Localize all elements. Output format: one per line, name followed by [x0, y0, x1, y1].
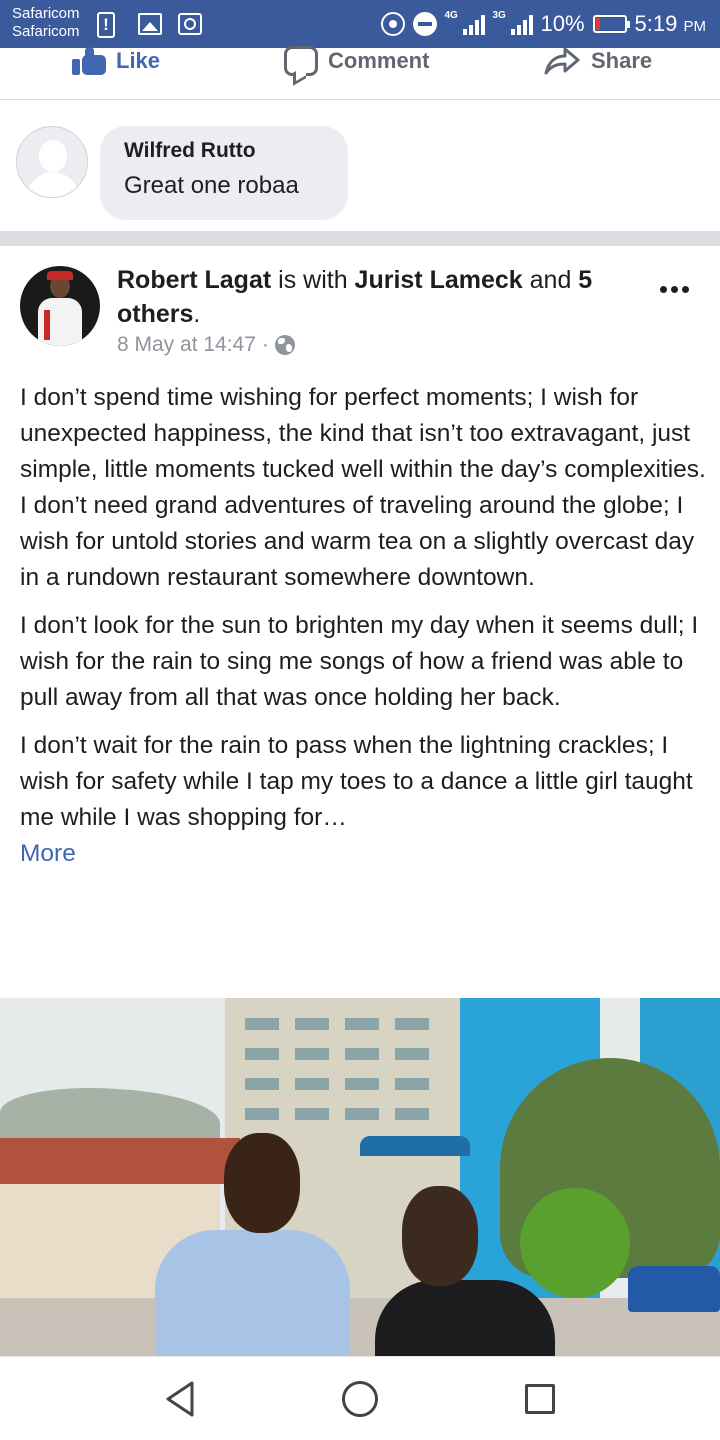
back-triangle-icon	[166, 1381, 194, 1417]
thumbs-up-icon	[72, 47, 106, 75]
globe-icon	[274, 335, 295, 355]
more-options-icon[interactable]	[660, 286, 689, 293]
like-button[interactable]: Like	[72, 47, 161, 75]
home-button[interactable]	[340, 1379, 380, 1419]
tagged-friend[interactable]: Jurist Lameck	[355, 266, 523, 294]
post-paragraph: I don’t spend time wishing for perfect m…	[20, 384, 706, 483]
battery-percent: 10%	[540, 11, 585, 36]
alert-notification-icon: !	[97, 12, 115, 38]
see-more-link[interactable]: More	[20, 840, 76, 867]
comment-button[interactable]: Comment	[284, 46, 430, 76]
battery-icon	[592, 15, 630, 33]
share-label: Share	[591, 48, 653, 73]
post-paragraph: I don’t need grand adventures of traveli…	[20, 492, 695, 591]
recent-apps-square-icon	[525, 1384, 555, 1414]
comment: Wilfred Rutto Great one robaa	[0, 101, 720, 231]
post-header: Robert Lagat is with Jurist Lameck and 5…	[117, 263, 647, 357]
status-indicators: 4G 3G 10% 5:19 PM	[380, 10, 706, 38]
status-bar: Safaricom Safaricom ! 4G 3G 10% 5:19 PM	[0, 0, 720, 48]
post-author-avatar[interactable]	[20, 266, 100, 346]
hotspot-icon	[380, 12, 405, 36]
comment-label: Comment	[328, 48, 430, 73]
post-photo[interactable]	[0, 998, 720, 1356]
post-author-name[interactable]: Robert Lagat	[117, 266, 271, 294]
network-type-2: 3G	[492, 10, 506, 21]
commenter-avatar[interactable]	[16, 126, 88, 198]
signal-4g-icon: 4G	[444, 10, 485, 35]
comment-author[interactable]: Wilfred Rutto	[124, 139, 348, 163]
signal-3g-icon: 3G	[492, 10, 533, 35]
recent-apps-button[interactable]	[520, 1379, 560, 1419]
speech-bubble-icon	[284, 46, 318, 76]
system-navigation-bar	[0, 1356, 720, 1440]
do-not-disturb-icon	[412, 12, 437, 36]
post-title: Robert Lagat is with Jurist Lameck and 5…	[117, 266, 593, 328]
share-arrow-icon	[544, 47, 580, 75]
post-paragraph: I don’t look for the sun to brighten my …	[20, 612, 699, 711]
comment-bubble[interactable]: Wilfred Rutto Great one robaa	[100, 126, 348, 220]
comment-text: Great one robaa	[124, 172, 299, 199]
carrier-1: Safaricom	[12, 5, 80, 22]
network-type-1: 4G	[444, 10, 458, 21]
image-notification-icon	[138, 13, 162, 35]
back-button[interactable]	[160, 1379, 200, 1419]
feed-separator	[0, 231, 720, 246]
screenshot-notification-icon	[178, 13, 202, 35]
carrier-names: Safaricom Safaricom	[12, 5, 80, 41]
share-button[interactable]: Share	[543, 47, 653, 75]
post-text: I don’t spend time wishing for perfect m…	[20, 380, 710, 872]
post-paragraph: I don’t wait for the rain to pass when t…	[20, 732, 693, 831]
post-date: 8 May at 14:47	[117, 333, 256, 356]
post-timestamp[interactable]: 8 May at 14:47 ·	[117, 333, 647, 357]
clock: 5:19 PM	[634, 11, 706, 36]
home-circle-icon	[342, 1381, 378, 1417]
post-action-bar: Like Comment Share	[0, 46, 720, 100]
carrier-2: Safaricom	[12, 23, 80, 40]
like-label: Like	[116, 48, 161, 73]
